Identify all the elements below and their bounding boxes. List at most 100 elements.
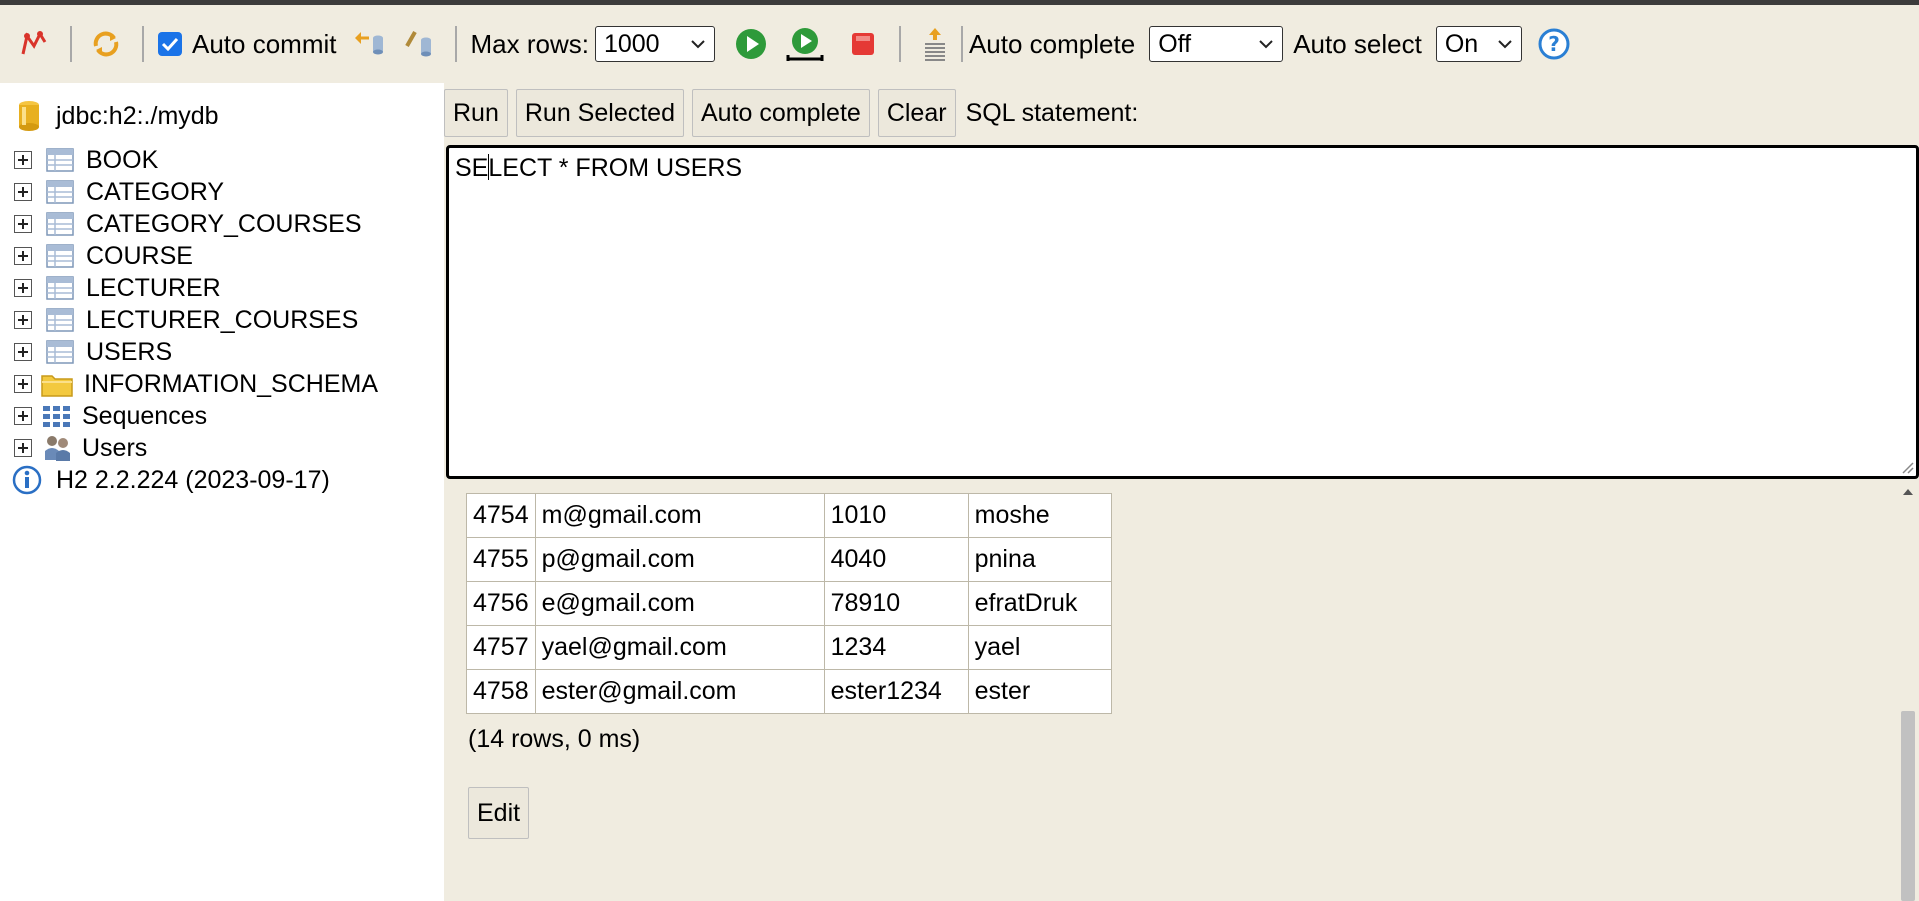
table-icon — [46, 148, 74, 172]
cell-name: efratDruk — [967, 581, 1112, 626]
cell-password: 1010 — [823, 493, 969, 538]
cell-id: 4756 — [466, 581, 536, 626]
results-table: 4754 m@gmail.com 1010 moshe 4755 p@gmail… — [466, 493, 1112, 714]
folder-icon — [41, 375, 73, 397]
cell-id: 4754 — [466, 493, 536, 538]
tree-item-lecturer[interactable]: LECTURER — [0, 270, 221, 306]
table-name: COURSE — [86, 241, 193, 270]
connection-url: jdbc:h2:./mydb — [56, 101, 219, 130]
sql-text-before-caret: SE — [455, 154, 489, 182]
tree-item-sequences[interactable]: Sequences — [0, 398, 207, 434]
info-icon — [12, 465, 42, 495]
table-icon — [46, 276, 74, 300]
run-icon[interactable] — [731, 24, 771, 64]
table-icon — [46, 212, 74, 236]
table-icon — [46, 180, 74, 204]
database-icon — [19, 101, 39, 131]
toolbar-separator — [898, 26, 901, 62]
auto-commit-checkbox[interactable] — [158, 32, 182, 56]
expand-icon[interactable] — [14, 375, 32, 393]
sql-editor[interactable]: SELECT * FROM USERS — [446, 145, 1919, 479]
edit-button[interactable]: Edit — [468, 787, 530, 839]
users-icon — [45, 436, 70, 461]
max-rows-label: Max rows: — [470, 28, 589, 59]
cell-email: p@gmail.com — [534, 537, 825, 582]
rollback-icon[interactable] — [349, 24, 389, 64]
toolbar-separator — [70, 26, 72, 62]
expand-icon[interactable] — [14, 439, 32, 457]
tree-item-course[interactable]: COURSE — [0, 238, 193, 274]
toolbar-separator — [142, 26, 144, 62]
results-scrollbar[interactable] — [1897, 481, 1919, 901]
expand-icon[interactable] — [14, 279, 32, 297]
cell-email: ester@gmail.com — [534, 669, 825, 714]
table-row: 4754 m@gmail.com 1010 moshe — [466, 493, 1112, 538]
cell-name: ester — [967, 669, 1112, 714]
table-name: CATEGORY — [86, 177, 224, 206]
cell-id: 4757 — [466, 625, 536, 670]
commit-icon[interactable] — [399, 24, 439, 64]
run-selected-icon[interactable] — [785, 24, 825, 64]
history-icon[interactable] — [915, 24, 955, 64]
cell-password: ester1234 — [823, 669, 969, 714]
cell-password: 1234 — [823, 625, 969, 670]
tree-item-lecturer-courses[interactable]: LECTURER_COURSES — [0, 302, 358, 338]
resize-handle-icon[interactable] — [1900, 460, 1914, 474]
refresh-icon[interactable] — [86, 24, 126, 64]
clear-button[interactable]: Clear — [877, 89, 956, 137]
sequences-icon — [43, 406, 70, 427]
expand-icon[interactable] — [14, 215, 32, 233]
expand-icon[interactable] — [14, 311, 32, 329]
auto-complete-select[interactable]: Off — [1149, 26, 1284, 62]
object-tree-panel: jdbc:h2:./mydb BOOK CATEGORY CATEGORY_CO… — [0, 83, 444, 901]
cell-password: 4040 — [823, 537, 969, 582]
tree-item-users-table[interactable]: USERS — [0, 334, 172, 370]
auto-complete-button[interactable]: Auto complete — [691, 89, 870, 137]
cell-email: m@gmail.com — [534, 493, 825, 538]
users-label: Users — [82, 433, 148, 462]
cell-name: pnina — [967, 537, 1112, 582]
max-rows-select[interactable]: 1000 — [594, 26, 715, 62]
expand-icon[interactable] — [14, 343, 32, 361]
tree-version: H2 2.2.224 (2023-09-17) — [0, 462, 330, 498]
sql-text-after-caret: LECT * FROM USERS — [488, 154, 743, 182]
auto-select-label: Auto select — [1293, 28, 1422, 59]
chevron-down-icon — [1259, 40, 1273, 49]
sequences-label: Sequences — [82, 401, 208, 430]
auto-complete-value: Off — [1158, 29, 1192, 58]
results-area: 4754 m@gmail.com 1010 moshe 4755 p@gmail… — [444, 481, 1919, 901]
tree-item-category-courses[interactable]: CATEGORY_COURSES — [0, 206, 362, 242]
cell-id: 4758 — [466, 669, 536, 714]
table-name: CATEGORY_COURSES — [86, 209, 362, 238]
toolbar-separator — [454, 26, 457, 62]
toolbar-separator — [960, 26, 963, 62]
scroll-thumb[interactable] — [1901, 711, 1915, 901]
version-text: H2 2.2.224 (2023-09-17) — [56, 465, 330, 494]
disconnect-icon[interactable] — [14, 24, 54, 64]
schema-name: INFORMATION_SCHEMA — [84, 369, 378, 398]
stop-icon[interactable] — [843, 24, 883, 64]
scroll-up-icon[interactable] — [1902, 487, 1914, 497]
table-name: LECTURER_COURSES — [86, 305, 359, 334]
run-button[interactable]: Run — [444, 89, 508, 137]
tree-item-information-schema[interactable]: INFORMATION_SCHEMA — [0, 366, 378, 402]
run-selected-button[interactable]: Run Selected — [515, 89, 684, 137]
tree-connection[interactable]: jdbc:h2:./mydb — [0, 98, 219, 134]
expand-icon[interactable] — [14, 407, 32, 425]
query-panel: Run Run Selected Auto complete Clear SQL… — [444, 83, 1919, 901]
sql-statement-label: SQL statement: — [965, 98, 1139, 127]
tree-item-book[interactable]: BOOK — [0, 142, 158, 178]
tree-item-users[interactable]: Users — [0, 430, 147, 466]
cell-email: yael@gmail.com — [534, 625, 825, 670]
table-row: 4755 p@gmail.com 4040 pnina — [466, 537, 1112, 582]
auto-select-select[interactable]: On — [1435, 26, 1522, 62]
expand-icon[interactable] — [14, 247, 32, 265]
row-count: (14 rows, 0 ms) — [468, 725, 641, 753]
table-name: LECTURER — [86, 273, 221, 302]
table-icon — [46, 244, 74, 268]
help-icon[interactable]: ? — [1534, 24, 1574, 64]
expand-icon[interactable] — [14, 183, 32, 201]
tree-item-category[interactable]: CATEGORY — [0, 174, 224, 210]
toolbar: Auto commit Max rows: 1000 Auto complete… — [0, 5, 1919, 83]
expand-icon[interactable] — [14, 151, 32, 169]
